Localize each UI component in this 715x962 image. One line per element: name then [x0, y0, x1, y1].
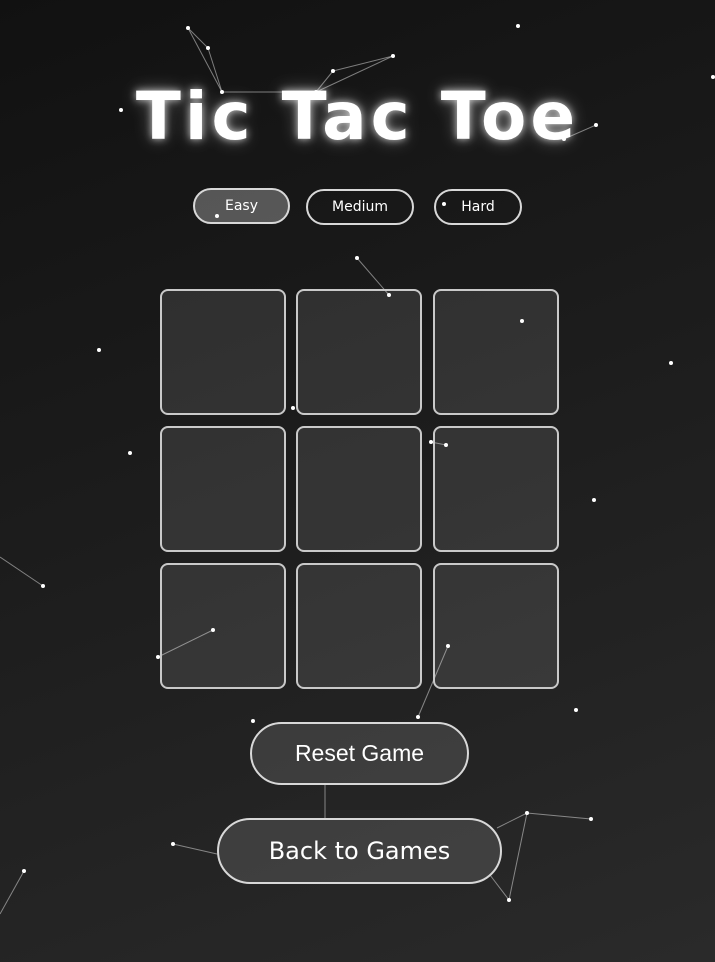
- board-cell-7[interactable]: [160, 563, 286, 689]
- difficulty-selector: Easy Medium Hard: [0, 188, 715, 226]
- board-cell-8[interactable]: [296, 563, 422, 689]
- difficulty-hard-button[interactable]: Hard: [434, 189, 522, 225]
- board-cell-4[interactable]: [160, 426, 286, 552]
- board-cell-1[interactable]: [160, 289, 286, 415]
- game-board: [160, 289, 560, 690]
- back-to-games-button[interactable]: Back to Games: [217, 818, 502, 884]
- difficulty-easy-button[interactable]: Easy: [193, 188, 290, 224]
- board-cell-5[interactable]: [296, 426, 422, 552]
- board-cell-6[interactable]: [433, 426, 559, 552]
- difficulty-medium-button[interactable]: Medium: [306, 189, 414, 225]
- reset-game-button[interactable]: Reset Game: [250, 722, 469, 785]
- board-cell-3[interactable]: [433, 289, 559, 415]
- board-cell-9[interactable]: [433, 563, 559, 689]
- board-cell-2[interactable]: [296, 289, 422, 415]
- page-title: Tic Tac Toe: [135, 78, 580, 155]
